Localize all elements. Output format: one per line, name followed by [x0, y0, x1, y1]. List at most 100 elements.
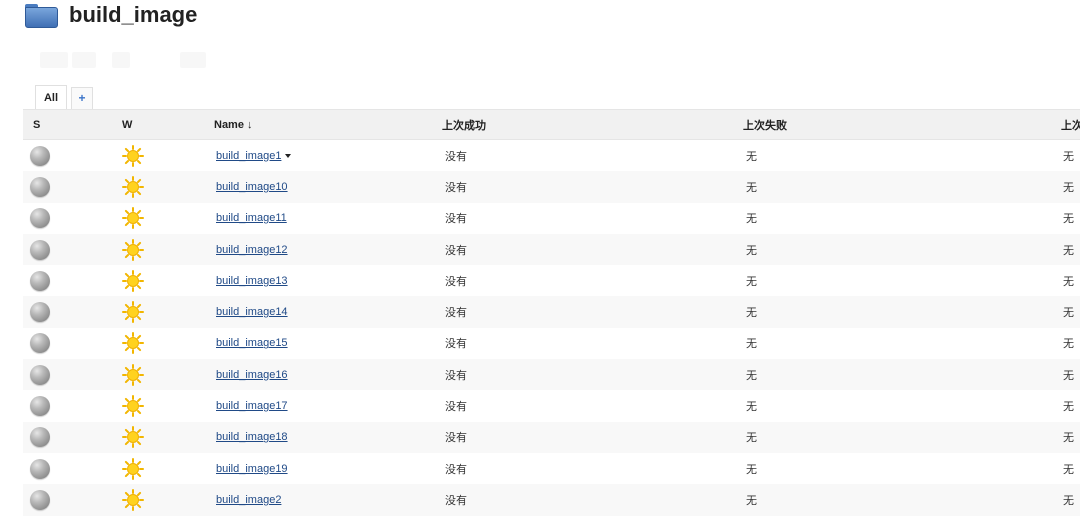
- last-duration-cell: 无: [1061, 484, 1080, 516]
- sunny-weather-icon: [122, 144, 144, 167]
- last-failure-cell: 无: [746, 401, 757, 414]
- job-link[interactable]: build_image10: [216, 181, 288, 193]
- table-row: build_image18 没有无无: [23, 421, 1080, 453]
- status-cell: [23, 203, 99, 234]
- name-cell: build_image19: [214, 453, 442, 484]
- last-success-cell: 没有: [442, 484, 743, 516]
- column-header-last-failure[interactable]: 上次失败: [743, 109, 1061, 140]
- weather-cell: [99, 390, 214, 421]
- name-cell: build_image1: [214, 140, 442, 172]
- status-ball-icon: [30, 333, 50, 354]
- table-row: build_image12 没有无无: [23, 233, 1080, 266]
- job-link[interactable]: build_image15: [216, 337, 288, 349]
- weather-cell: [99, 328, 214, 359]
- last-success-cell: 没有: [442, 233, 743, 266]
- column-header-last-success[interactable]: 上次成功: [442, 109, 743, 140]
- dropdown-icon[interactable]: [285, 153, 292, 158]
- job-link[interactable]: build_image18: [216, 431, 288, 443]
- faded-placeholder: [72, 52, 96, 68]
- table-row: build_image11 没有 无 无: [23, 203, 1080, 234]
- last-success-cell: 没有: [442, 421, 743, 453]
- status-cell: [23, 265, 99, 296]
- status-ball-icon: [30, 270, 50, 291]
- name-cell: build_image2: [214, 484, 442, 516]
- table-row: build_image14 没有无无: [23, 296, 1080, 328]
- sunny-weather-icon: [122, 363, 144, 386]
- last-success-cell: 没有: [445, 338, 467, 351]
- last-duration-cell: 无: [1061, 296, 1080, 328]
- job-link[interactable]: build_image2: [216, 494, 281, 506]
- name-cell: build_image10: [214, 171, 442, 203]
- sunny-weather-icon: [122, 175, 144, 198]
- job-link[interactable]: build_image14: [216, 306, 288, 318]
- job-link[interactable]: build_image13: [216, 275, 288, 287]
- last-success-cell: 没有: [442, 359, 743, 391]
- last-failure-cell: 无: [743, 233, 1061, 266]
- last-success-cell: 没有: [445, 213, 467, 226]
- table-row: build_image2 没有无无: [23, 484, 1080, 516]
- last-failure-cell: 无: [743, 296, 1061, 328]
- sunny-weather-icon: [122, 457, 144, 480]
- weather-cell: [99, 171, 214, 203]
- status-cell: [23, 140, 99, 172]
- name-cell: build_image18: [214, 421, 442, 453]
- column-header-status[interactable]: S: [23, 109, 99, 140]
- status-ball-icon: [30, 364, 50, 385]
- last-duration-cell: 无: [1063, 213, 1074, 226]
- last-duration-cell: 无: [1063, 463, 1074, 476]
- column-header-weather[interactable]: W: [99, 109, 214, 140]
- last-duration-cell: 无: [1061, 421, 1080, 453]
- status-cell: [23, 390, 99, 421]
- status-ball-icon: [30, 458, 50, 479]
- table-row: build_image17 没有 无 无: [23, 390, 1080, 421]
- status-cell: [23, 296, 99, 328]
- last-failure-cell: 无: [746, 213, 757, 226]
- last-failure-cell: 无: [746, 463, 757, 476]
- sunny-weather-icon: [122, 269, 144, 292]
- last-duration-cell: 无: [1063, 150, 1074, 163]
- column-header-name[interactable]: Name ↓: [214, 109, 442, 140]
- status-ball-icon: [30, 145, 50, 166]
- status-ball-icon: [30, 239, 50, 260]
- view-tabs: All +: [35, 85, 93, 110]
- name-cell: build_image12: [214, 233, 442, 266]
- last-failure-cell: 无: [743, 421, 1061, 453]
- name-cell: build_image16: [214, 359, 442, 391]
- tab-all[interactable]: All: [35, 85, 67, 110]
- table-row: build_image1 没有 无 无: [23, 140, 1080, 172]
- weather-cell: [99, 265, 214, 296]
- weather-cell: [99, 203, 214, 234]
- job-link[interactable]: build_image17: [216, 400, 288, 412]
- column-header-last-duration[interactable]: 上次持续时: [1061, 109, 1080, 140]
- name-cell: build_image13: [214, 265, 442, 296]
- last-success-cell: 没有: [442, 296, 743, 328]
- page-title: build_image: [69, 2, 198, 27]
- last-success-cell: 没有: [445, 463, 467, 476]
- weather-cell: [99, 296, 214, 328]
- status-cell: [23, 328, 99, 359]
- last-failure-cell: 无: [746, 150, 757, 163]
- sunny-weather-icon: [122, 301, 144, 324]
- last-failure-cell: 无: [743, 359, 1061, 391]
- name-cell: build_image14: [214, 296, 442, 328]
- last-failure-cell: 无: [746, 338, 757, 351]
- last-success-cell: 没有: [442, 171, 743, 203]
- table-row: build_image10 没有无无: [23, 171, 1080, 203]
- job-link[interactable]: build_image19: [216, 463, 288, 475]
- last-failure-cell: 无: [746, 275, 757, 288]
- add-view-button[interactable]: +: [71, 87, 93, 109]
- job-link[interactable]: build_image16: [216, 369, 288, 381]
- sunny-weather-icon: [122, 207, 144, 230]
- last-success-cell: 没有: [445, 275, 467, 288]
- job-link[interactable]: build_image1: [216, 150, 281, 162]
- last-duration-cell: 无: [1061, 171, 1080, 203]
- job-link[interactable]: build_image12: [216, 244, 288, 256]
- table-row: build_image15 没有 无 无: [23, 328, 1080, 359]
- status-ball-icon: [30, 208, 50, 229]
- weather-cell: [99, 453, 214, 484]
- job-link[interactable]: build_image11: [216, 212, 287, 224]
- status-cell: [23, 233, 99, 266]
- name-cell: build_image15: [214, 328, 442, 359]
- weather-cell: [99, 140, 214, 172]
- faded-placeholder: [180, 52, 206, 68]
